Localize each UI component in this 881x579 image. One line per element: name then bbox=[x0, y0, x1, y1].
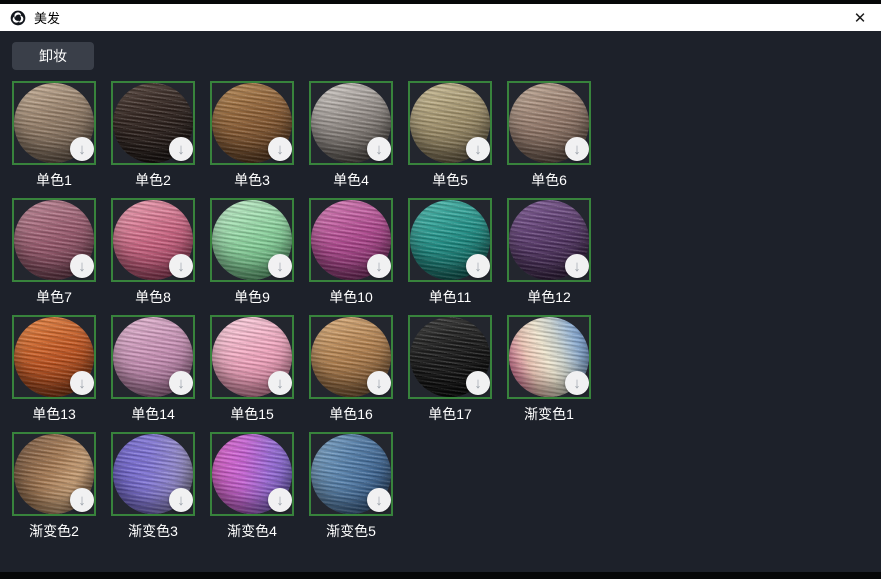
hair-swatch[interactable]: ↓ 单色4 bbox=[309, 81, 393, 190]
download-icon[interactable]: ↓ bbox=[268, 371, 292, 395]
hair-swatch[interactable]: ↓ 单色8 bbox=[111, 198, 195, 307]
dialog-title: 美发 bbox=[34, 8, 60, 27]
download-icon[interactable]: ↓ bbox=[70, 137, 94, 161]
swatch-label: 单色9 bbox=[210, 287, 294, 307]
swatch-label: 单色17 bbox=[408, 404, 492, 424]
swatch-label: 单色10 bbox=[309, 287, 393, 307]
dialog-titlebar[interactable]: 美发 ✕ bbox=[0, 4, 881, 31]
remove-makeup-button[interactable]: 卸妆 bbox=[12, 42, 94, 70]
hair-swatch[interactable]: ↓ 单色15 bbox=[210, 315, 294, 424]
download-icon[interactable]: ↓ bbox=[466, 371, 490, 395]
swatch-tile[interactable]: ↓ bbox=[12, 315, 96, 399]
download-icon[interactable]: ↓ bbox=[169, 371, 193, 395]
swatch-label: 单色8 bbox=[111, 287, 195, 307]
swatch-label: 渐变色5 bbox=[309, 521, 393, 541]
download-icon[interactable]: ↓ bbox=[70, 488, 94, 512]
swatch-tile[interactable]: ↓ bbox=[507, 315, 591, 399]
download-icon[interactable]: ↓ bbox=[466, 137, 490, 161]
swatch-tile[interactable]: ↓ bbox=[309, 81, 393, 165]
hair-swatch[interactable]: ↓ 单色10 bbox=[309, 198, 393, 307]
hair-swatch[interactable]: ↓ 单色6 bbox=[507, 81, 591, 190]
swatch-tile[interactable]: ↓ bbox=[12, 198, 96, 282]
dialog-content: 卸妆 ↓ 单色1 ↓ 单色2 ↓ 单色3 ↓ 单色4 ↓ bbox=[0, 31, 881, 572]
swatch-tile[interactable]: ↓ bbox=[408, 198, 492, 282]
swatch-tile[interactable]: ↓ bbox=[507, 198, 591, 282]
swatch-label: 渐变色3 bbox=[111, 521, 195, 541]
hair-swatch[interactable]: ↓ 单色2 bbox=[111, 81, 195, 190]
download-icon[interactable]: ↓ bbox=[367, 488, 391, 512]
hair-swatch[interactable]: ↓ 渐变色4 bbox=[210, 432, 294, 541]
swatch-tile[interactable]: ↓ bbox=[12, 81, 96, 165]
hair-swatch[interactable]: ↓ 渐变色2 bbox=[12, 432, 96, 541]
swatch-tile[interactable]: ↓ bbox=[111, 81, 195, 165]
swatch-label: 单色11 bbox=[408, 287, 492, 307]
download-icon[interactable]: ↓ bbox=[70, 371, 94, 395]
obs-logo-icon bbox=[10, 10, 26, 26]
swatch-label: 渐变色1 bbox=[507, 404, 591, 424]
swatch-label: 渐变色2 bbox=[12, 521, 96, 541]
swatch-tile[interactable]: ↓ bbox=[12, 432, 96, 516]
hair-swatch[interactable]: ↓ 单色7 bbox=[12, 198, 96, 307]
swatch-label: 单色16 bbox=[309, 404, 393, 424]
swatch-label: 单色2 bbox=[111, 170, 195, 190]
download-icon[interactable]: ↓ bbox=[565, 137, 589, 161]
hair-swatch[interactable]: ↓ 单色5 bbox=[408, 81, 492, 190]
download-icon[interactable]: ↓ bbox=[169, 488, 193, 512]
swatch-tile[interactable]: ↓ bbox=[111, 432, 195, 516]
swatch-label: 单色4 bbox=[309, 170, 393, 190]
swatch-tile[interactable]: ↓ bbox=[309, 315, 393, 399]
hair-swatch[interactable]: ↓ 渐变色5 bbox=[309, 432, 393, 541]
download-icon[interactable]: ↓ bbox=[565, 371, 589, 395]
swatch-label: 单色5 bbox=[408, 170, 492, 190]
download-icon[interactable]: ↓ bbox=[565, 254, 589, 278]
download-icon[interactable]: ↓ bbox=[169, 254, 193, 278]
swatch-tile[interactable]: ↓ bbox=[210, 198, 294, 282]
swatch-tile[interactable]: ↓ bbox=[507, 81, 591, 165]
hair-swatch[interactable]: ↓ 单色3 bbox=[210, 81, 294, 190]
swatch-label: 单色1 bbox=[12, 170, 96, 190]
swatch-label: 单色3 bbox=[210, 170, 294, 190]
swatch-tile[interactable]: ↓ bbox=[210, 432, 294, 516]
hair-swatch[interactable]: ↓ 单色11 bbox=[408, 198, 492, 307]
swatch-label: 单色13 bbox=[12, 404, 96, 424]
download-icon[interactable]: ↓ bbox=[70, 254, 94, 278]
hair-swatch[interactable]: ↓ 渐变色1 bbox=[507, 315, 591, 424]
swatch-tile[interactable]: ↓ bbox=[309, 198, 393, 282]
swatch-tile[interactable]: ↓ bbox=[408, 315, 492, 399]
download-icon[interactable]: ↓ bbox=[268, 488, 292, 512]
hair-swatch[interactable]: ↓ 单色9 bbox=[210, 198, 294, 307]
download-icon[interactable]: ↓ bbox=[466, 254, 490, 278]
swatch-tile[interactable]: ↓ bbox=[111, 198, 195, 282]
download-icon[interactable]: ↓ bbox=[367, 137, 391, 161]
hair-styling-dialog: 美发 ✕ 卸妆 ↓ 单色1 ↓ 单色2 ↓ 单色3 ↓ 单色4 bbox=[0, 4, 881, 572]
swatch-tile[interactable]: ↓ bbox=[309, 432, 393, 516]
swatch-label: 单色6 bbox=[507, 170, 591, 190]
swatch-label: 单色7 bbox=[12, 287, 96, 307]
download-icon[interactable]: ↓ bbox=[367, 254, 391, 278]
swatch-tile[interactable]: ↓ bbox=[210, 315, 294, 399]
hair-swatch[interactable]: ↓ 单色1 bbox=[12, 81, 96, 190]
hair-swatch[interactable]: ↓ 单色16 bbox=[309, 315, 393, 424]
hair-swatch[interactable]: ↓ 单色12 bbox=[507, 198, 591, 307]
swatch-tile[interactable]: ↓ bbox=[210, 81, 294, 165]
download-icon[interactable]: ↓ bbox=[268, 137, 292, 161]
download-icon[interactable]: ↓ bbox=[268, 254, 292, 278]
hair-swatch[interactable]: ↓ 单色17 bbox=[408, 315, 492, 424]
background-app-strip-bottom bbox=[0, 572, 881, 579]
swatch-label: 单色15 bbox=[210, 404, 294, 424]
swatch-label: 单色12 bbox=[507, 287, 591, 307]
swatch-label: 单色14 bbox=[111, 404, 195, 424]
close-icon[interactable]: ✕ bbox=[839, 4, 881, 31]
hair-swatch[interactable]: ↓ 渐变色3 bbox=[111, 432, 195, 541]
swatch-label: 渐变色4 bbox=[210, 521, 294, 541]
download-icon[interactable]: ↓ bbox=[367, 371, 391, 395]
swatch-tile[interactable]: ↓ bbox=[408, 81, 492, 165]
swatch-grid: ↓ 单色1 ↓ 单色2 ↓ 单色3 ↓ 单色4 ↓ 单色5 bbox=[12, 81, 612, 541]
hair-swatch[interactable]: ↓ 单色13 bbox=[12, 315, 96, 424]
download-icon[interactable]: ↓ bbox=[169, 137, 193, 161]
hair-swatch[interactable]: ↓ 单色14 bbox=[111, 315, 195, 424]
swatch-tile[interactable]: ↓ bbox=[111, 315, 195, 399]
